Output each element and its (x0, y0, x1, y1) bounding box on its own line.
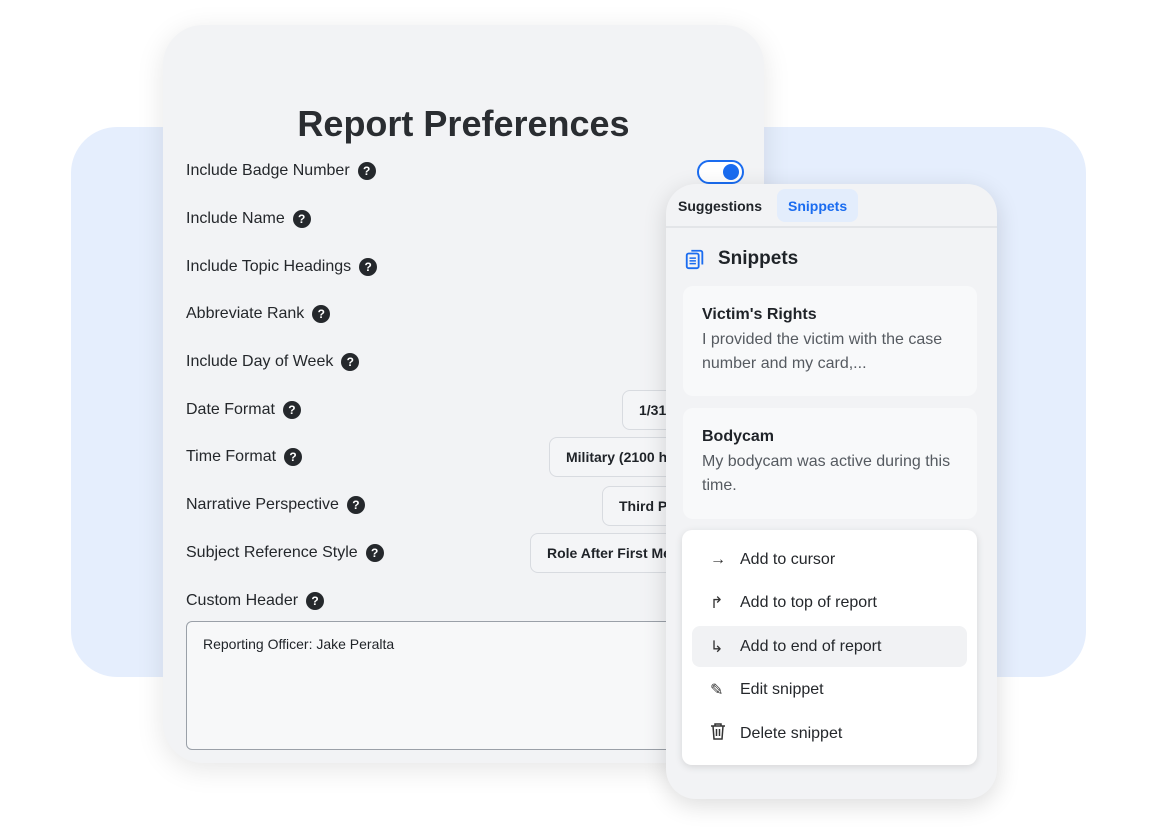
help-icon[interactable]: ? (346, 496, 365, 514)
menu-item-label: Add to end of report (740, 637, 882, 655)
corner-up-right-icon: ↱ (710, 595, 724, 612)
help-icon[interactable]: ? (357, 162, 376, 180)
pref-include-name: Include Name? (186, 207, 311, 231)
menu-item-add-to-cursor[interactable]: → Add to cursor (692, 539, 967, 580)
pref-custom-header: Custom Header? (186, 589, 325, 613)
custom-header-textarea[interactable]: Reporting Officer: Jake Peralta (186, 621, 746, 750)
menu-item-label: Edit snippet (740, 681, 824, 698)
pref-label: Subject Reference Style (186, 544, 358, 561)
pref-subject-reference-style: Subject Reference Style? (186, 541, 384, 565)
snippet-body: My bodycam was active during this time. (702, 453, 951, 494)
snippet-context-menu: → Add to cursor ↱ Add to top of report ↳ Ad… (682, 530, 977, 765)
snippet-card[interactable]: Bodycam My bodycam was active during thi… (683, 408, 977, 519)
snippet-card[interactable]: Victim's Rights I provided the victim wi… (683, 286, 977, 396)
menu-item-label: Add to cursor (740, 550, 836, 568)
pref-label: Include Badge Number (186, 162, 350, 179)
toggle-knob (723, 164, 739, 180)
menu-item-label: Add to top of report (740, 594, 877, 611)
pref-abbreviate-rank: Abbreviate Rank? (186, 302, 331, 326)
badge-number-toggle[interactable] (697, 160, 744, 184)
tab-snippets[interactable]: Snippets (777, 189, 859, 222)
menu-item-add-to-top[interactable]: ↱ Add to top of report (692, 583, 967, 624)
help-icon[interactable]: ? (292, 210, 311, 228)
pref-include-topic-headings: Include Topic Headings? (186, 255, 378, 279)
snippets-heading: Snippets (684, 248, 798, 270)
pref-label: Include Topic Headings (186, 258, 352, 275)
clipboard-icon (685, 249, 704, 270)
snippets-heading-text: Snippets (718, 248, 799, 269)
menu-item-label: Delete snippet (740, 724, 843, 742)
pref-include-day-of-week: Include Day of Week? (186, 350, 360, 374)
menu-item-delete-snippet[interactable]: Delete snippet (692, 713, 967, 754)
pref-label: Include Day of Week (186, 353, 334, 370)
help-icon[interactable]: ? (365, 544, 384, 562)
pref-narrative-perspective: Narrative Perspective? (186, 493, 365, 517)
edit-icon: ✎ (710, 682, 724, 699)
pref-label: Include Name (186, 210, 285, 227)
pref-label: Date Format (186, 401, 275, 418)
menu-item-edit-snippet[interactable]: ✎ Edit snippet (692, 670, 967, 711)
pref-label: Narrative Perspective (186, 496, 339, 513)
pref-include-badge-number: Include Badge Number? (186, 159, 376, 183)
arrow-right-icon: → (710, 550, 726, 568)
help-icon[interactable]: ? (306, 592, 325, 610)
pref-time-format: Time Format? (186, 445, 303, 469)
help-icon[interactable]: ? (341, 353, 360, 371)
pref-label: Abbreviate Rank (186, 305, 305, 322)
help-icon[interactable]: ? (359, 258, 378, 276)
menu-item-add-to-end[interactable]: ↳ Add to end of report (692, 626, 967, 667)
help-icon[interactable]: ? (282, 401, 301, 419)
snippets-panel: Suggestions Snippets Snippets Victim's R… (666, 184, 997, 799)
pref-label: Custom Header (186, 592, 299, 609)
snippet-body: I provided the victim with the case numb… (702, 331, 943, 372)
page-title: Report Preferences (297, 103, 630, 144)
pref-date-format: Date Format? (186, 398, 301, 422)
help-icon[interactable]: ? (284, 448, 303, 466)
help-icon[interactable]: ? (312, 305, 331, 323)
snippet-title: Bodycam (702, 428, 775, 445)
trash-icon (710, 722, 740, 745)
snippet-title: Victim's Rights (702, 306, 817, 323)
tab-divider (666, 226, 997, 228)
pref-label: Time Format (186, 448, 277, 465)
tab-suggestions[interactable]: Suggestions (667, 189, 773, 222)
corner-down-right-icon: ↳ (710, 638, 724, 656)
